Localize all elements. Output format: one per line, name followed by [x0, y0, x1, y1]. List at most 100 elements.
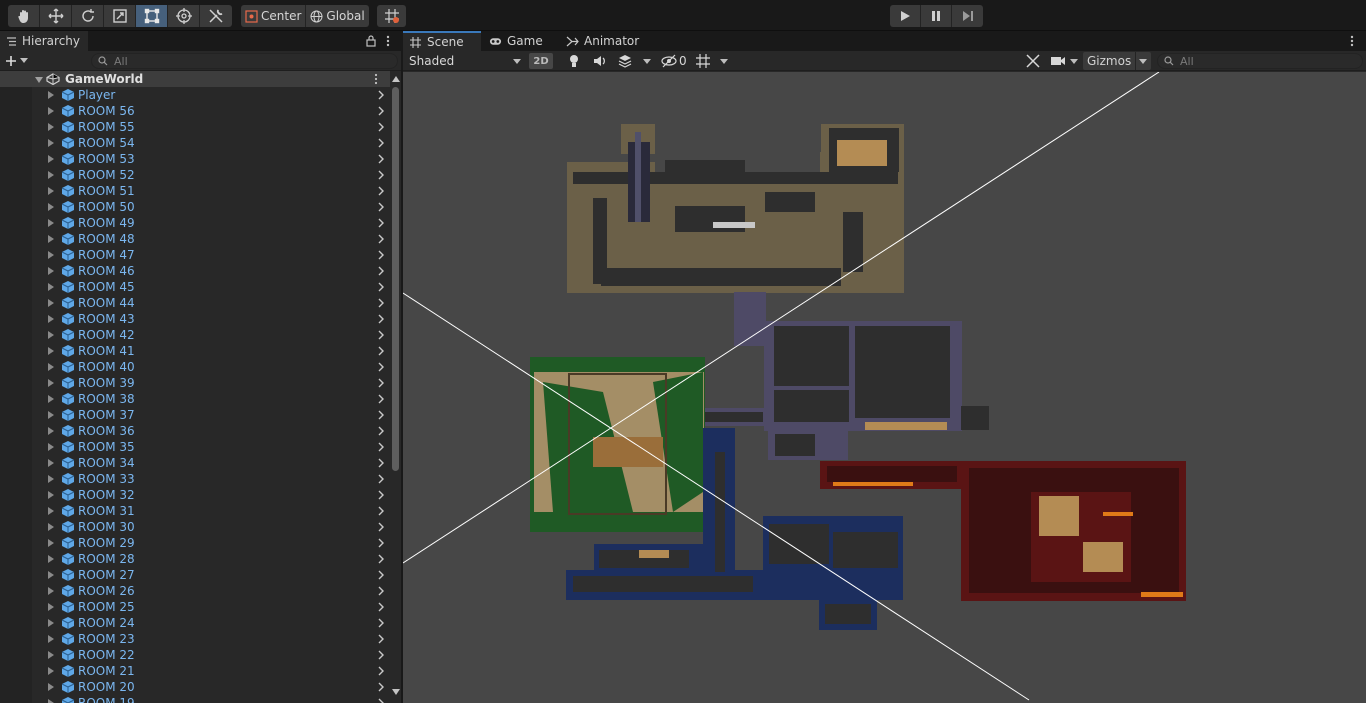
chevron-right-icon[interactable]	[376, 570, 386, 580]
hierarchy-item[interactable]: ROOM 29	[0, 535, 390, 551]
expand-arrow-icon[interactable]	[48, 315, 54, 323]
hierarchy-item[interactable]: ROOM 33	[0, 471, 390, 487]
custom-tools-icon[interactable]	[200, 5, 232, 27]
expand-arrow-icon[interactable]	[48, 619, 54, 627]
hierarchy-item[interactable]: ROOM 20	[0, 679, 390, 695]
expand-arrow-icon[interactable]	[48, 123, 54, 131]
hierarchy-item[interactable]: ROOM 52	[0, 167, 390, 183]
chevron-right-icon[interactable]	[376, 666, 386, 676]
hierarchy-scrollbar[interactable]	[390, 71, 401, 703]
hierarchy-item[interactable]: ROOM 26	[0, 583, 390, 599]
scene-menu-icon[interactable]	[374, 73, 378, 85]
expand-arrow-icon[interactable]	[48, 395, 54, 403]
pivot-rotation-toggle[interactable]: Global	[306, 5, 368, 27]
chevron-right-icon[interactable]	[376, 442, 386, 452]
step-icon[interactable]	[952, 5, 983, 27]
scroll-up-arrow-icon[interactable]	[392, 76, 400, 82]
tab-game[interactable]: Game	[483, 31, 549, 51]
expand-arrow-icon[interactable]	[48, 379, 54, 387]
hierarchy-item[interactable]: ROOM 28	[0, 551, 390, 567]
chevron-right-icon[interactable]	[376, 90, 386, 100]
expand-arrow-icon[interactable]	[48, 571, 54, 579]
pause-icon[interactable]	[921, 5, 952, 27]
hidden-objects-icon[interactable]	[661, 53, 677, 69]
tools-icon[interactable]	[1025, 53, 1041, 69]
grid-snap-icon[interactable]	[377, 5, 406, 27]
rotate-tool-icon[interactable]	[72, 5, 104, 27]
hierarchy-item[interactable]: ROOM 56	[0, 103, 390, 119]
expand-arrow-icon[interactable]	[48, 331, 54, 339]
chevron-right-icon[interactable]	[376, 698, 386, 703]
scale-tool-icon[interactable]	[104, 5, 136, 27]
expand-arrow-icon[interactable]	[48, 299, 54, 307]
hierarchy-item[interactable]: ROOM 36	[0, 423, 390, 439]
expand-arrow-icon[interactable]	[48, 187, 54, 195]
scroll-thumb[interactable]	[392, 87, 399, 471]
hierarchy-item[interactable]: ROOM 31	[0, 503, 390, 519]
chevron-right-icon[interactable]	[376, 682, 386, 692]
expand-arrow-icon[interactable]	[48, 347, 54, 355]
chevron-right-icon[interactable]	[376, 618, 386, 628]
chevron-right-icon[interactable]	[376, 186, 386, 196]
chevron-right-icon[interactable]	[376, 122, 386, 132]
hierarchy-item[interactable]: ROOM 22	[0, 647, 390, 663]
scene-view-canvas[interactable]	[403, 72, 1366, 703]
chevron-right-icon[interactable]	[376, 554, 386, 564]
expand-arrow-icon[interactable]	[48, 475, 54, 483]
expand-arrow-icon[interactable]	[48, 91, 54, 99]
chevron-right-icon[interactable]	[376, 250, 386, 260]
shading-mode-dropdown[interactable]: Shaded	[405, 52, 523, 70]
expand-arrow-icon[interactable]	[48, 587, 54, 595]
hierarchy-item[interactable]: ROOM 42	[0, 327, 390, 343]
expand-arrow-icon[interactable]	[48, 283, 54, 291]
chevron-right-icon[interactable]	[376, 378, 386, 388]
expand-arrow-icon[interactable]	[48, 491, 54, 499]
expand-arrow-icon[interactable]	[48, 603, 54, 611]
chevron-right-icon[interactable]	[376, 490, 386, 500]
chevron-right-icon[interactable]	[376, 218, 386, 228]
hierarchy-item[interactable]: ROOM 54	[0, 135, 390, 151]
expand-arrow-icon[interactable]	[48, 459, 54, 467]
hierarchy-item[interactable]: ROOM 55	[0, 119, 390, 135]
expand-arrow-icon[interactable]	[48, 427, 54, 435]
expand-arrow-icon[interactable]	[35, 77, 43, 83]
chevron-right-icon[interactable]	[376, 410, 386, 420]
hierarchy-item[interactable]: ROOM 48	[0, 231, 390, 247]
hierarchy-search-input[interactable]: All	[91, 53, 398, 69]
expand-arrow-icon[interactable]	[48, 155, 54, 163]
hierarchy-item[interactable]: ROOM 40	[0, 359, 390, 375]
expand-arrow-icon[interactable]	[48, 171, 54, 179]
expand-arrow-icon[interactable]	[48, 523, 54, 531]
hierarchy-item[interactable]: ROOM 30	[0, 519, 390, 535]
scene-root-row[interactable]: GameWorld	[0, 71, 390, 87]
expand-arrow-icon[interactable]	[48, 411, 54, 419]
effects-dropdown-icon[interactable]	[643, 59, 651, 64]
grid-dropdown-icon[interactable]	[720, 59, 728, 64]
move-tool-icon[interactable]	[40, 5, 72, 27]
expand-arrow-icon[interactable]	[48, 635, 54, 643]
hierarchy-item[interactable]: Player	[0, 87, 390, 103]
expand-arrow-icon[interactable]	[48, 539, 54, 547]
expand-arrow-icon[interactable]	[48, 443, 54, 451]
tab-scene[interactable]: Scene	[403, 31, 481, 51]
expand-arrow-icon[interactable]	[48, 251, 54, 259]
expand-arrow-icon[interactable]	[48, 219, 54, 227]
hierarchy-item[interactable]: ROOM 44	[0, 295, 390, 311]
chevron-right-icon[interactable]	[376, 282, 386, 292]
hierarchy-item[interactable]: ROOM 39	[0, 375, 390, 391]
chevron-right-icon[interactable]	[376, 330, 386, 340]
chevron-right-icon[interactable]	[376, 394, 386, 404]
chevron-right-icon[interactable]	[376, 650, 386, 660]
hierarchy-item[interactable]: ROOM 38	[0, 391, 390, 407]
hierarchy-item[interactable]: ROOM 47	[0, 247, 390, 263]
scene-viewport[interactable]	[403, 72, 1366, 703]
hierarchy-item[interactable]: ROOM 51	[0, 183, 390, 199]
hierarchy-item[interactable]: ROOM 53	[0, 151, 390, 167]
mode-2d-toggle[interactable]: 2D	[529, 53, 553, 69]
hierarchy-item[interactable]: ROOM 19	[0, 695, 390, 703]
scene-panel-menu-icon[interactable]	[1350, 35, 1354, 47]
hierarchy-item[interactable]: ROOM 37	[0, 407, 390, 423]
chevron-right-icon[interactable]	[376, 586, 386, 596]
camera-icon[interactable]	[1050, 53, 1066, 69]
chevron-right-icon[interactable]	[376, 506, 386, 516]
